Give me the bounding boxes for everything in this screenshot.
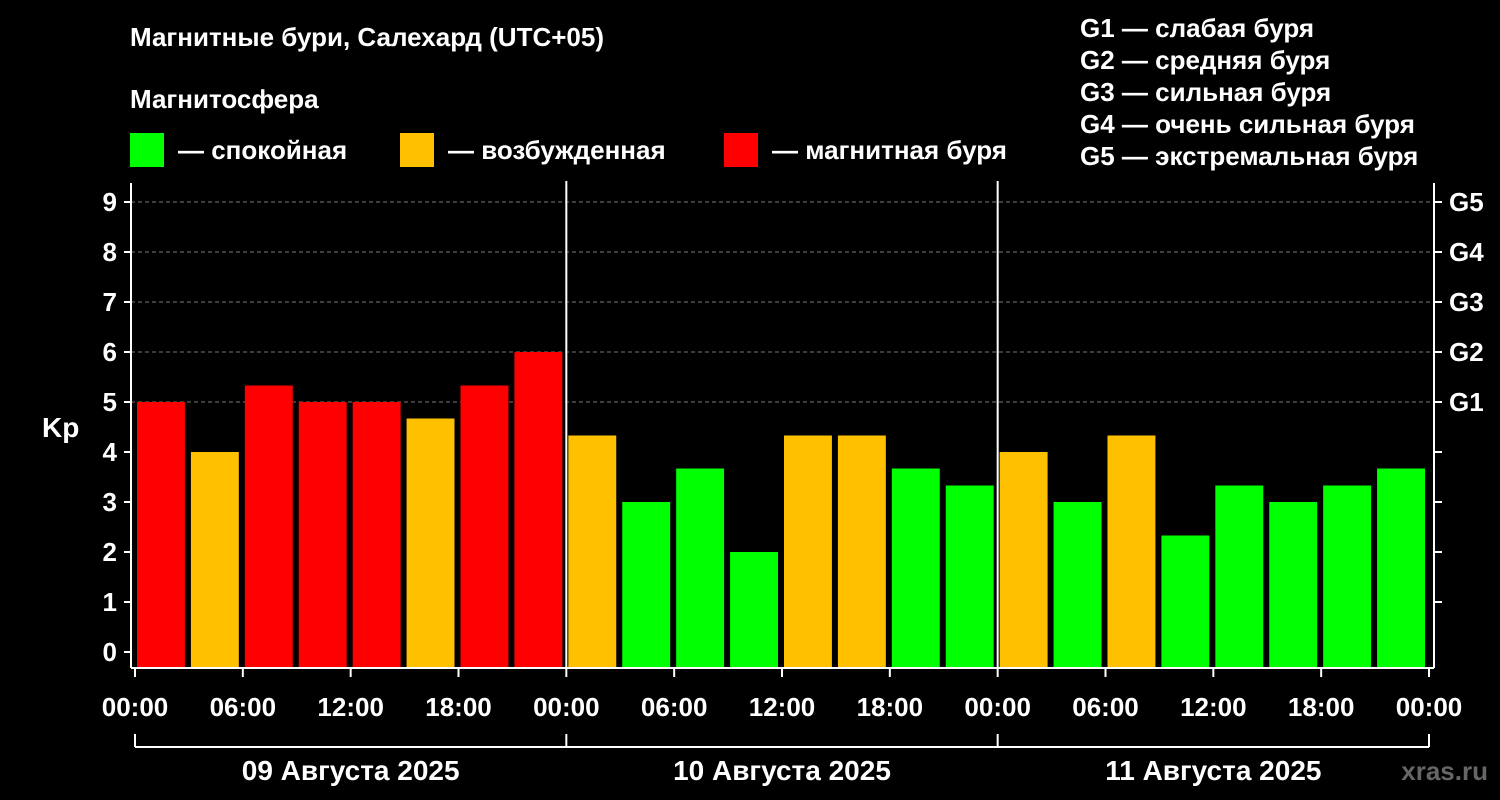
kp-bar: [1053, 502, 1102, 668]
kp-bar: [460, 385, 509, 668]
y-tick-label: 9: [103, 187, 117, 217]
y-tick-label: 1: [103, 587, 117, 617]
kp-bar: [190, 452, 239, 668]
kp-bar: [891, 468, 940, 668]
y-tick-label: 7: [103, 287, 117, 317]
x-tick-label: 00:00: [102, 692, 169, 722]
kp-bar: [622, 502, 671, 668]
right-axis-label: G4: [1449, 237, 1484, 267]
x-tick-label: 18:00: [425, 692, 492, 722]
date-label: 11 Августа 2025: [1105, 755, 1321, 786]
kp-bar: [568, 435, 617, 668]
kp-bar: [730, 552, 778, 668]
kp-bar: [1161, 535, 1210, 668]
kp-chart: 0 1 2 3 4 5 6 7 8 9 G1 G2 G3 G4 G5 00:00 06:00 12:00 18:00…: [102, 181, 1484, 786]
x-tick-label: 00:00: [533, 692, 600, 722]
kp-bar: [1269, 502, 1318, 668]
kp-bar: [406, 418, 455, 668]
x-tick-label: 12:00: [317, 692, 384, 722]
kp-bar: [352, 402, 401, 668]
kp-bar: [837, 435, 886, 668]
y-tick-label: 8: [103, 237, 117, 267]
kp-bar: [1377, 468, 1425, 668]
kp-bar: [676, 468, 725, 668]
x-tick-label: 06:00: [1072, 692, 1139, 722]
kp-bar: [1107, 435, 1156, 668]
kp-bar: [244, 385, 293, 668]
x-tick-label: 18:00: [1288, 692, 1355, 722]
kp-bar: [137, 402, 185, 668]
kp-bar: [514, 352, 563, 668]
x-tick-label: 18:00: [857, 692, 924, 722]
y-tick-label: 6: [103, 337, 117, 367]
y-tick-label: 5: [103, 387, 117, 417]
right-axis-label: G3: [1449, 287, 1484, 317]
right-axis-label: G2: [1449, 337, 1484, 367]
y-tick-label: 3: [103, 487, 117, 517]
x-tick-label: 00:00: [1396, 692, 1463, 722]
x-tick-label: 06:00: [641, 692, 708, 722]
x-tick-label: 06:00: [210, 692, 277, 722]
kp-bar: [298, 402, 347, 668]
x-tick-label: 12:00: [749, 692, 816, 722]
kp-bar: [1323, 485, 1372, 668]
date-label: 09 Августа 2025: [242, 755, 460, 786]
y-tick-label: 4: [103, 437, 118, 467]
kp-bar: [1215, 485, 1264, 668]
right-axis-label: G1: [1449, 387, 1484, 417]
kp-bar: [784, 435, 832, 668]
y-tick-label: 2: [103, 537, 117, 567]
x-tick-label: 00:00: [964, 692, 1031, 722]
kp-bar: [999, 452, 1048, 668]
y-tick-label: 0: [103, 637, 117, 667]
right-axis-label: G5: [1449, 187, 1484, 217]
kp-bar: [945, 485, 994, 668]
x-tick-label: 12:00: [1180, 692, 1247, 722]
date-label: 10 Августа 2025: [673, 755, 891, 786]
